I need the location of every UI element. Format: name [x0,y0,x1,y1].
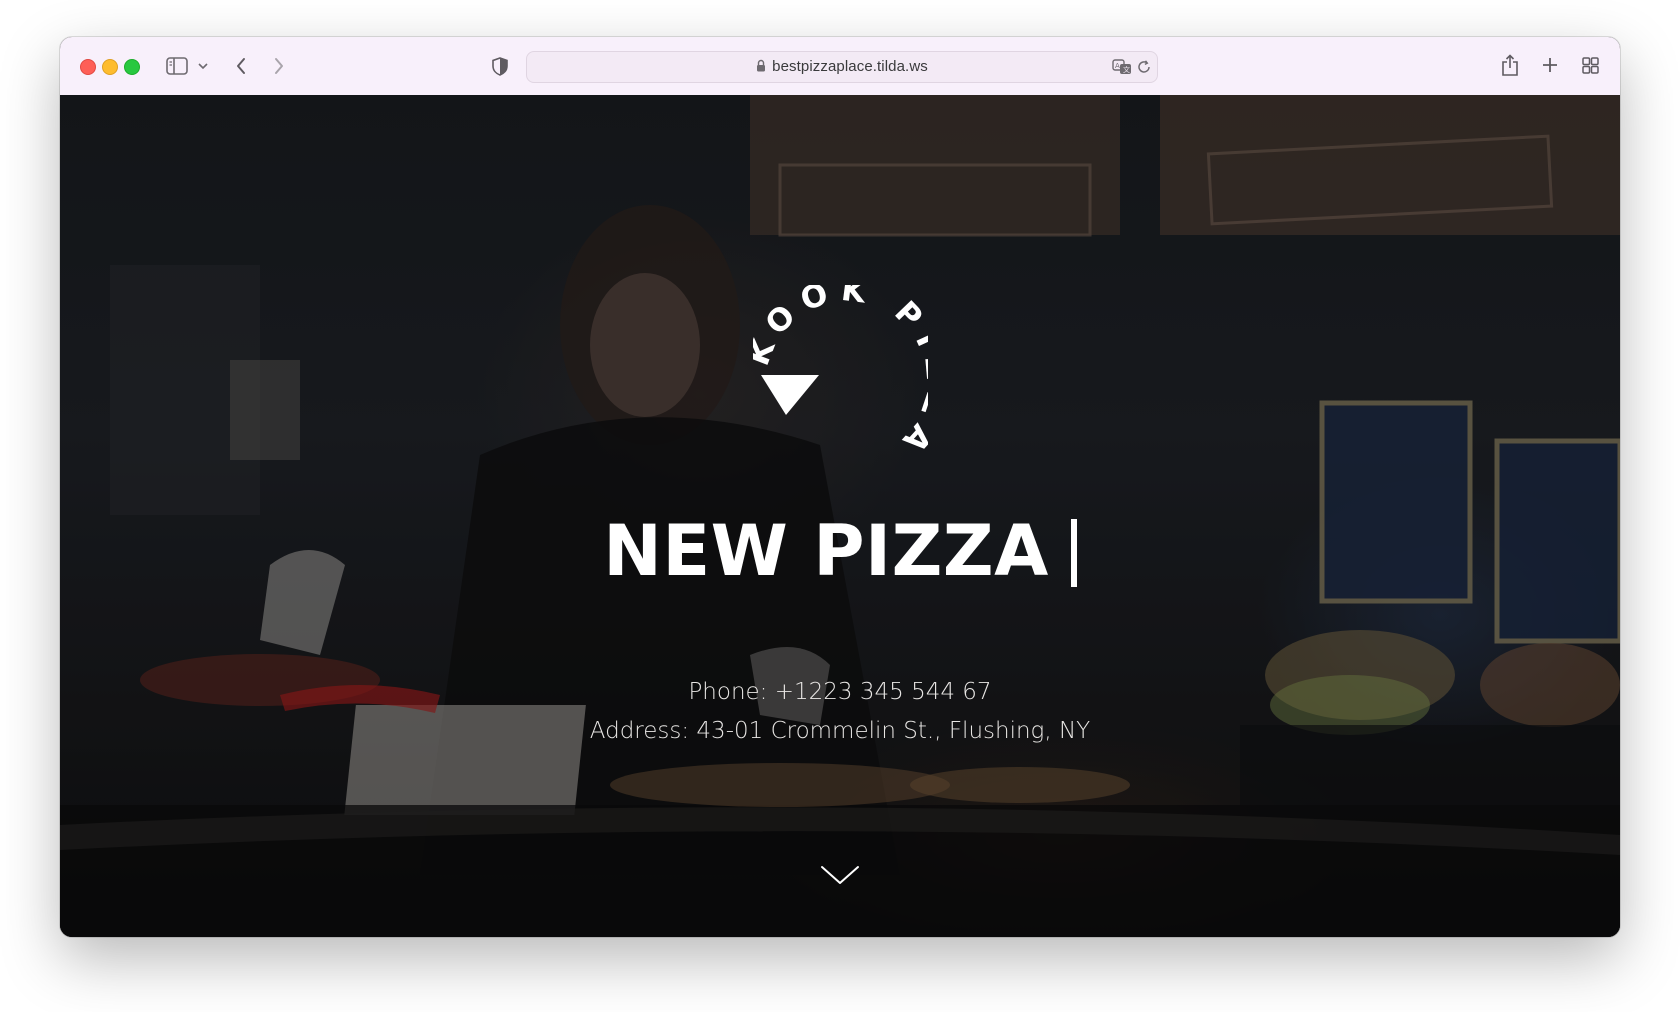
plus-icon[interactable] [1540,55,1560,75]
sidebar-icon[interactable] [166,56,188,76]
zoom-window-button[interactable] [124,59,140,75]
shield-icon[interactable] [490,55,510,77]
kook-pizza-logo[interactable]: KOOK PIZZA [753,285,928,475]
hero-section: KOOK PIZZA NEW PIZZA Phone: +1223 345 54… [60,95,1620,937]
chevron-right-icon[interactable] [270,55,288,77]
tab-grid-icon[interactable] [1580,55,1600,75]
typing-cursor [1070,519,1077,587]
minimize-window-button[interactable] [102,59,118,75]
browser-window: bestpizzaplace.tilda.ws A文 OOK NEW PIZZA… [60,37,1620,937]
translate-icon[interactable]: A文 [1111,57,1133,77]
headline-text: NEW PIZZA [603,510,1049,592]
chevron-left-icon[interactable] [232,55,250,77]
chevron-down-icon[interactable] [197,59,209,73]
address-text: Address: 43-01 Crommelin St., Flushing, … [589,718,1091,744]
chevron-down-icon[interactable] [820,863,860,887]
logo-triangle-icon [761,375,819,415]
reload-icon[interactable] [1135,58,1153,76]
hero-headline: NEW PIZZA [60,511,1620,591]
close-window-button[interactable] [80,59,96,75]
share-icon[interactable] [1500,52,1520,78]
url-display: bestpizzaplace.tilda.ws [527,58,1157,76]
lock-icon [756,59,766,76]
url-text: bestpizzaplace.tilda.ws [772,58,928,75]
svg-text:A: A [1115,62,1120,70]
svg-text:文: 文 [1123,65,1130,74]
address-bar[interactable]: bestpizzaplace.tilda.ws A文 [526,51,1158,83]
phone-number[interactable]: Phone: +1223 345 544 67 [60,679,1620,705]
browser-toolbar: bestpizzaplace.tilda.ws A文 [60,37,1620,96]
